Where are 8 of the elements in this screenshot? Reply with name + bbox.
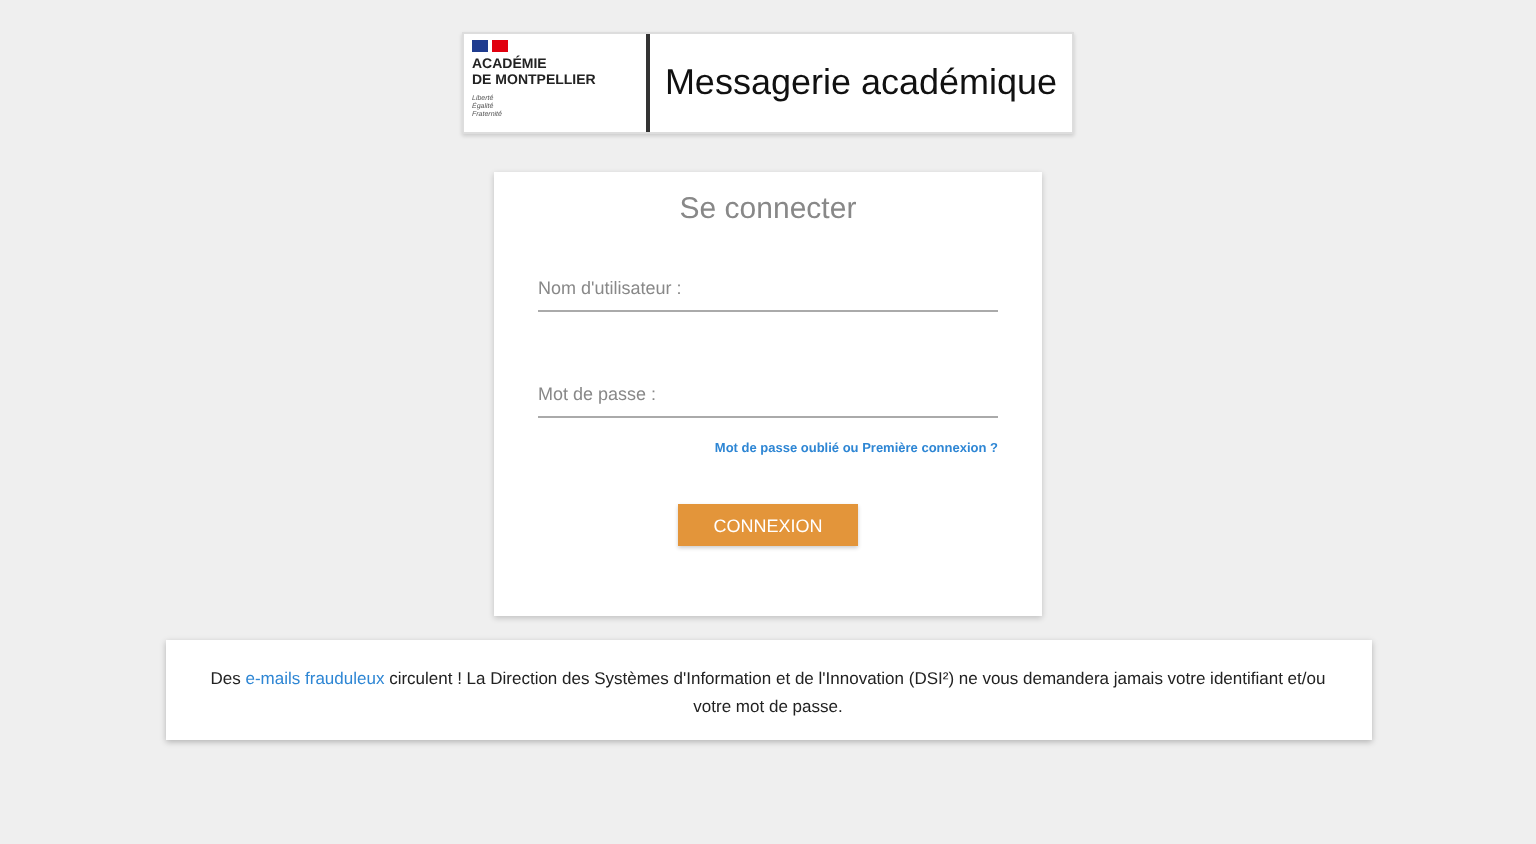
login-button[interactable]: CONNEXION (678, 504, 858, 546)
site-title: Messagerie académique (662, 60, 1060, 106)
password-field[interactable]: Mot de passe : (538, 376, 998, 418)
flag-icon (472, 40, 508, 52)
fraud-emails-link[interactable]: e-mails frauduleux (245, 668, 385, 688)
username-field[interactable]: Nom d'utilisateur : (538, 270, 998, 312)
form-title: Se connecter (677, 192, 859, 226)
warning-text: Des e-mails frauduleux circulent ! La Direction des Systèmes d'Information et de l'Innovation (DSI²) ne vous demandera jamais votre identifiant et/ou votre mot de passe. (208, 666, 1328, 720)
